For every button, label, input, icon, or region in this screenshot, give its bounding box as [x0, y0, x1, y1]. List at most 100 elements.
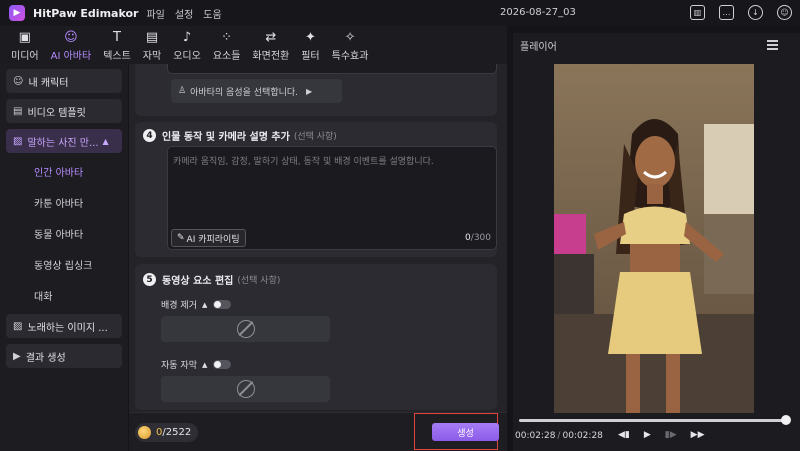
generate-bar: 0/2522 생성	[129, 412, 507, 451]
step-number: 5	[143, 273, 156, 286]
step-forward-icon[interactable]: ▮▶	[665, 430, 677, 440]
coin-icon	[138, 426, 151, 439]
play-icon[interactable]: ▶	[644, 430, 651, 440]
tab-transition[interactable]: ⇄ 화면전환	[247, 30, 294, 64]
progress-track[interactable]	[519, 419, 786, 422]
section-4-title: 4 인물 동작 및 카메라 설명 추가 (선택 사항)	[143, 128, 337, 143]
tab-subtitle[interactable]: ▤ 자막	[138, 30, 166, 64]
transition-icon: ⇄	[265, 30, 277, 45]
sidebar-sub-human-avatar[interactable]: 인간 아바타	[6, 159, 122, 183]
motion-description-card: 4 인물 동작 및 카메라 설명 추가 (선택 사항) 카메라 움직임, 감정,…	[135, 122, 497, 257]
bg-remove-slot[interactable]	[161, 316, 330, 342]
tab-label: 자막	[142, 51, 162, 62]
sidebar-item-my-character[interactable]: ☺ 내 캐릭터	[6, 69, 122, 93]
filter-icon: ✦	[304, 30, 316, 45]
effects-icon: ✧	[344, 30, 356, 45]
video-preview[interactable]	[554, 64, 754, 413]
tab-label: 화면전환	[252, 51, 290, 62]
layout-icon[interactable]: ▥	[690, 5, 705, 20]
download-icon[interactable]: ↓	[748, 5, 763, 20]
talking-photo-icon: ▨	[13, 135, 23, 147]
step-number: 4	[143, 129, 156, 142]
bg-remove-toggle[interactable]	[213, 300, 232, 309]
chevron-up-icon: ▲	[102, 136, 109, 146]
title-bar: ▶ HitPaw Edimakor 파일 설정 도움 2026-08-27_03…	[0, 0, 800, 26]
chevron-right-icon: ▶	[306, 86, 313, 96]
credits-badge: 0/2522	[135, 423, 198, 442]
player-header: 플레이어	[513, 33, 800, 57]
voice-card: ♙ 아바타의 음성을 선택합니다. ▶	[135, 64, 497, 116]
play-icon: ▶	[13, 350, 21, 362]
feedback-icon[interactable]: …	[719, 5, 734, 20]
sidebar-sub-cartoon-avatar[interactable]: 카툰 아바타	[6, 190, 122, 214]
app-logo-icon: ▶	[9, 5, 25, 21]
sidebar-sub-animal-avatar[interactable]: 동물 아바타	[6, 221, 122, 245]
tab-label: 요소들	[212, 51, 241, 62]
menu-bar: 파일 설정 도움	[146, 6, 221, 21]
chevron-up-icon[interactable]: ▲	[202, 301, 207, 309]
step-back-icon[interactable]: ◀▮	[618, 430, 630, 440]
sidebar-sub-video-lipsync[interactable]: 동영상 립싱크	[6, 252, 122, 276]
generate-button[interactable]: 생성	[432, 423, 499, 441]
voice-icon: ♙	[178, 86, 187, 96]
progress-handle[interactable]	[781, 415, 791, 425]
time-display: 00:02:28/00:02:28	[515, 431, 603, 441]
ai-avatar-icon: ☺	[64, 30, 78, 45]
sidebar: ☺ 내 캐릭터 ▤ 비디오 템플릿 ▨ 말하는 사진 만... ▲ 인간 아바타…	[0, 64, 128, 451]
script-input-area[interactable]	[167, 64, 497, 74]
template-icon: ▤	[13, 105, 23, 117]
auto-caption-slot[interactable]	[161, 376, 330, 402]
project-title: 2026-08-27_03	[500, 7, 576, 18]
chevron-up-icon[interactable]: ▲	[202, 361, 207, 369]
char-counter: 0/300	[465, 233, 491, 243]
player-controls: ◀▮ ▶ ▮▶ ▶▶	[618, 430, 705, 440]
avatar-video-frame	[554, 64, 754, 413]
app-title: HitPaw Edimakor	[33, 6, 139, 20]
sidebar-sub-conversation[interactable]: 대화	[6, 283, 122, 307]
tab-effects[interactable]: ✧ 특수효과	[327, 30, 374, 64]
magic-wand-icon: ✎	[177, 233, 185, 243]
bg-remove-row: 배경 제거 ▲	[161, 298, 232, 311]
audio-icon: ♪	[182, 30, 192, 45]
main-toolbar: ▣ 미디어 ☺ AI 아바타 T 텍스트 ▤ 자막 ♪ 오디오 ⁘ 요소들 ⇄ 화면전환 ✦ 필터 ✧ 특수효과	[0, 26, 507, 66]
ai-copywriting-button[interactable]: ✎ AI 카피라이팅	[171, 229, 246, 247]
tab-media[interactable]: ▣ 미디어	[6, 30, 44, 64]
tab-label: 텍스트	[103, 51, 131, 62]
tab-text[interactable]: T 텍스트	[98, 30, 136, 64]
tab-label: 특수효과	[331, 51, 369, 62]
auto-caption-row: 자동 자막 ▲	[161, 358, 232, 371]
singing-image-icon: ▨	[13, 320, 23, 332]
none-icon	[236, 320, 255, 338]
tab-label: 미디어	[11, 51, 39, 62]
tab-label: 필터	[301, 51, 320, 62]
sidebar-item-result[interactable]: ▶ 결과 생성	[6, 344, 122, 368]
select-voice-button[interactable]: ♙ 아바타의 음성을 선택합니다. ▶	[171, 79, 342, 103]
sidebar-item-singing-image[interactable]: ▨ 노래하는 이미지 ...	[6, 314, 122, 338]
sidebar-item-talking-photo[interactable]: ▨ 말하는 사진 만... ▲	[6, 129, 122, 153]
video-elements-card: 5 동영상 요소 편집 (선택 사항) 배경 제거 ▲ 자동 자막 ▲	[135, 264, 497, 410]
tab-filter[interactable]: ✦ 필터	[296, 30, 324, 64]
tab-elements[interactable]: ⁘ 요소들	[208, 30, 246, 64]
tab-label: 오디오	[173, 51, 201, 62]
tab-audio[interactable]: ♪ 오디오	[168, 30, 206, 64]
account-icon[interactable]: ☺	[777, 5, 792, 20]
menu-file[interactable]: 파일	[146, 6, 164, 21]
avatar-settings-panel: ♙ 아바타의 음성을 선택합니다. ▶ 4 인물 동작 및 카메라 설명 추가 …	[129, 64, 507, 451]
menu-settings[interactable]: 설정	[175, 6, 193, 21]
player-title: 플레이어	[520, 41, 557, 53]
textarea-placeholder: 카메라 움직임, 감정, 말하기 상태, 동작 및 배경 이벤트를 설명합니다.	[173, 157, 434, 167]
text-icon: T	[113, 30, 121, 45]
fast-forward-icon[interactable]: ▶▶	[691, 430, 705, 440]
subtitle-icon: ▤	[145, 30, 159, 45]
sidebar-item-video-template[interactable]: ▤ 비디오 템플릿	[6, 99, 122, 123]
character-icon: ☺	[13, 75, 24, 87]
menu-icon[interactable]	[767, 40, 778, 52]
motion-description-input[interactable]: 카메라 움직임, 감정, 말하기 상태, 동작 및 배경 이벤트를 설명합니다.…	[167, 146, 497, 250]
tab-ai-avatar[interactable]: ☺ AI 아바타	[46, 30, 97, 66]
player-panel: 플레이어 00:02:28 / 00:02:28 ◀▮ ▶ ▮▶ ▶▶	[513, 33, 800, 451]
auto-caption-toggle[interactable]	[213, 360, 232, 369]
menu-help[interactable]: 도움	[203, 6, 221, 21]
section-5-title: 5 동영상 요소 편집 (선택 사항)	[143, 272, 280, 287]
media-icon: ▣	[18, 30, 31, 45]
elements-icon: ⁘	[221, 30, 233, 45]
